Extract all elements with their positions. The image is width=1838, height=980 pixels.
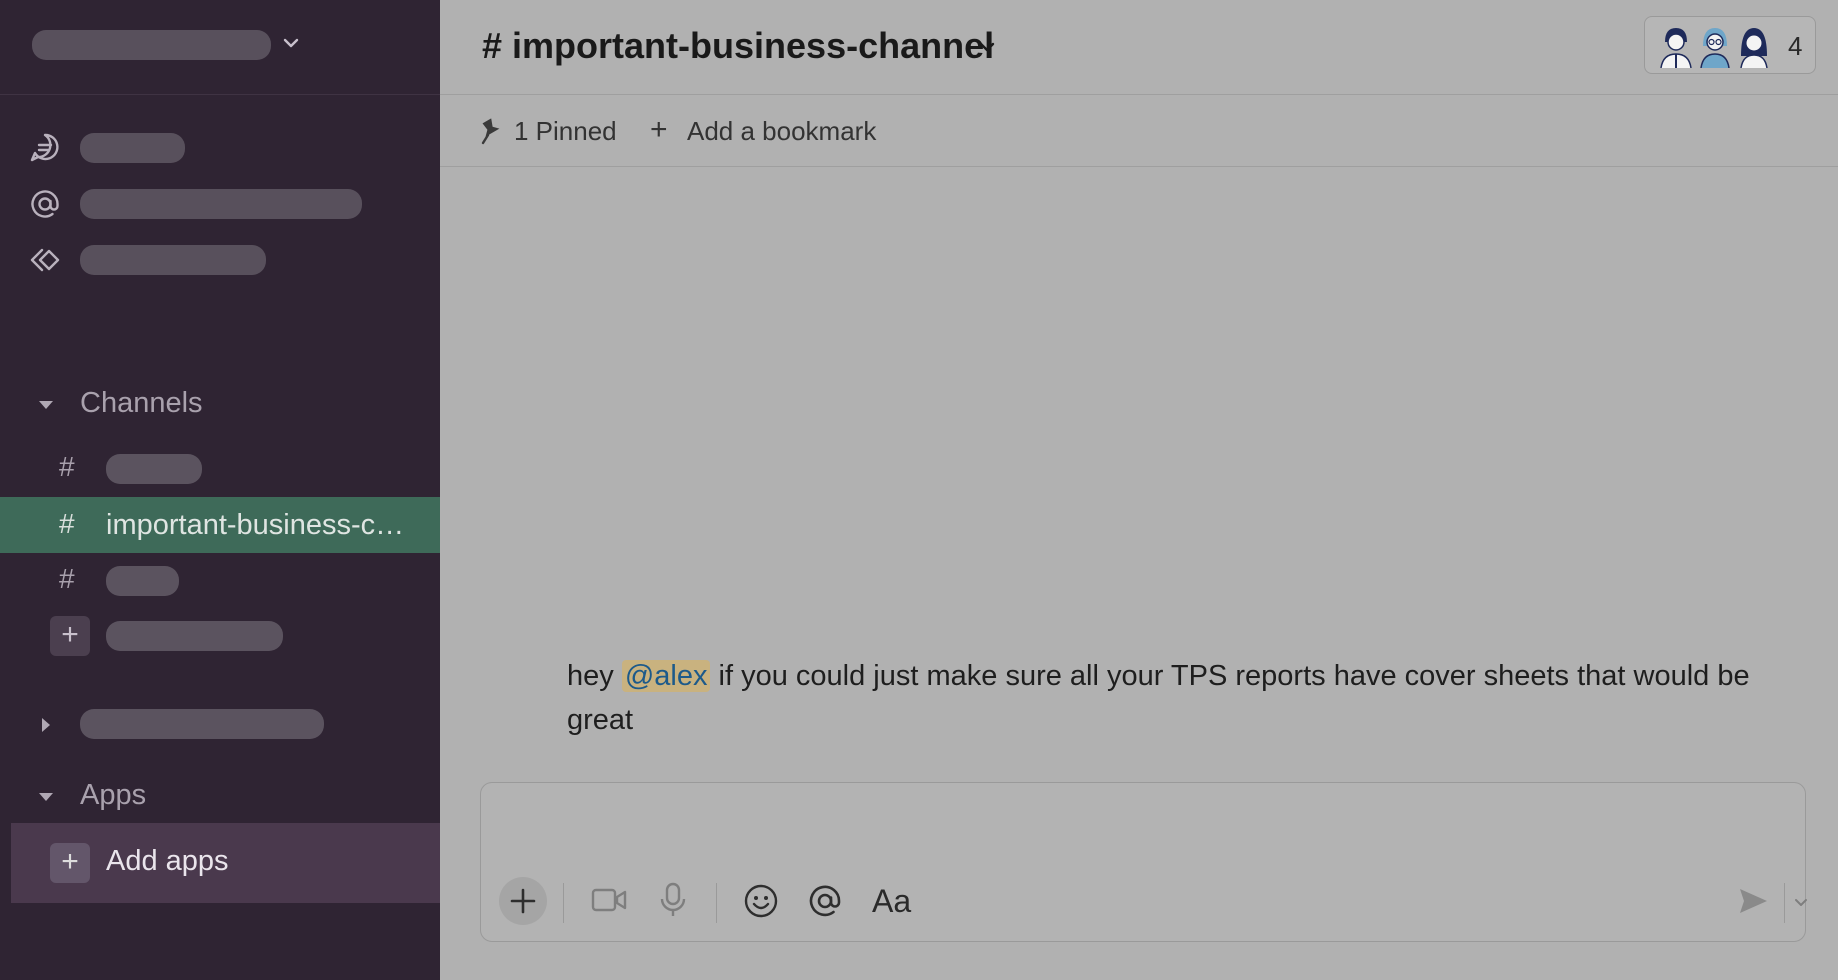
at-mentions-icon[interactable] [28, 187, 62, 221]
nav-item-drafts[interactable] [80, 245, 266, 275]
nav-item-threads[interactable] [80, 133, 185, 163]
add-channel-button[interactable]: + [50, 616, 90, 656]
toolbar-divider [716, 883, 717, 923]
send-icon[interactable] [1737, 886, 1769, 916]
channel-hash-icon: # [59, 508, 75, 539]
plus-icon: + [50, 843, 90, 883]
toolbar-divider [1784, 883, 1785, 923]
video-icon[interactable] [591, 884, 627, 916]
channel-name-placeholder [106, 566, 179, 596]
channel-title-name: important-business-channel [512, 25, 995, 66]
channel-header: # important-business-channel 4 [440, 0, 1838, 95]
threads-icon[interactable] [28, 131, 62, 165]
formatting-button[interactable]: Aa [872, 883, 911, 920]
workspace-header[interactable] [0, 0, 440, 95]
chevron-down-icon[interactable] [976, 36, 998, 58]
plus-icon [510, 888, 536, 914]
pinned-count-button[interactable]: 1 Pinned [514, 116, 617, 147]
user-mention[interactable]: @alex [621, 660, 711, 692]
chevron-down-icon[interactable] [1792, 893, 1810, 911]
channel-title[interactable]: # important-business-channel [482, 25, 994, 67]
channel-title-hash: # [482, 25, 503, 66]
add-channel-label-placeholder[interactable] [106, 621, 283, 651]
message-text: hey @alex if you could just make sure al… [567, 654, 1807, 742]
apps-section-label[interactable]: Apps [80, 779, 146, 812]
channel-item-important-business-channel[interactable]: # important-business-c… [0, 497, 440, 553]
channels-section-label[interactable]: Channels [80, 387, 203, 420]
caret-down-icon[interactable] [36, 395, 56, 415]
add-apps-button[interactable]: + Add apps [11, 823, 463, 903]
message-text-start: hey [567, 660, 622, 692]
emoji-icon[interactable] [743, 883, 779, 919]
message-composer[interactable]: Aa [480, 782, 1807, 942]
pin-icon[interactable] [478, 117, 504, 145]
microphone-icon[interactable] [659, 881, 687, 919]
channel-view: # important-business-channel 4 1 Pinned … [440, 0, 1838, 980]
channel-hash-icon: # [59, 451, 75, 482]
add-bookmark-button[interactable]: Add a bookmark [687, 116, 876, 147]
drafts-icon[interactable] [28, 243, 62, 277]
channel-label: important-business-c… [106, 509, 405, 541]
message-text-end: if you could just make sure all your TPS… [567, 660, 1750, 736]
channel-hash-icon: # [59, 563, 75, 594]
at-mention-icon[interactable] [807, 883, 843, 919]
channel-item[interactable]: # [0, 552, 440, 608]
member-count: 4 [1788, 31, 1803, 61]
member-list-button[interactable]: 4 [1644, 16, 1816, 74]
toolbar-divider [563, 883, 564, 923]
add-apps-label: Add apps [106, 845, 229, 877]
avatar-icon [1740, 28, 1768, 68]
workspace-name-placeholder[interactable] [32, 30, 271, 60]
caret-right-icon[interactable] [36, 715, 56, 735]
bookmarks-bar: 1 Pinned + Add a bookmark [440, 95, 1838, 167]
channel-name-placeholder [106, 454, 202, 484]
attach-button[interactable] [499, 877, 547, 925]
channel-item[interactable]: # [0, 440, 440, 496]
plus-icon[interactable]: + [650, 113, 668, 147]
caret-down-icon[interactable] [36, 787, 56, 807]
collapsed-section-placeholder[interactable] [80, 709, 324, 739]
chevron-down-icon[interactable] [280, 32, 302, 54]
nav-item-mentions[interactable] [80, 189, 362, 219]
